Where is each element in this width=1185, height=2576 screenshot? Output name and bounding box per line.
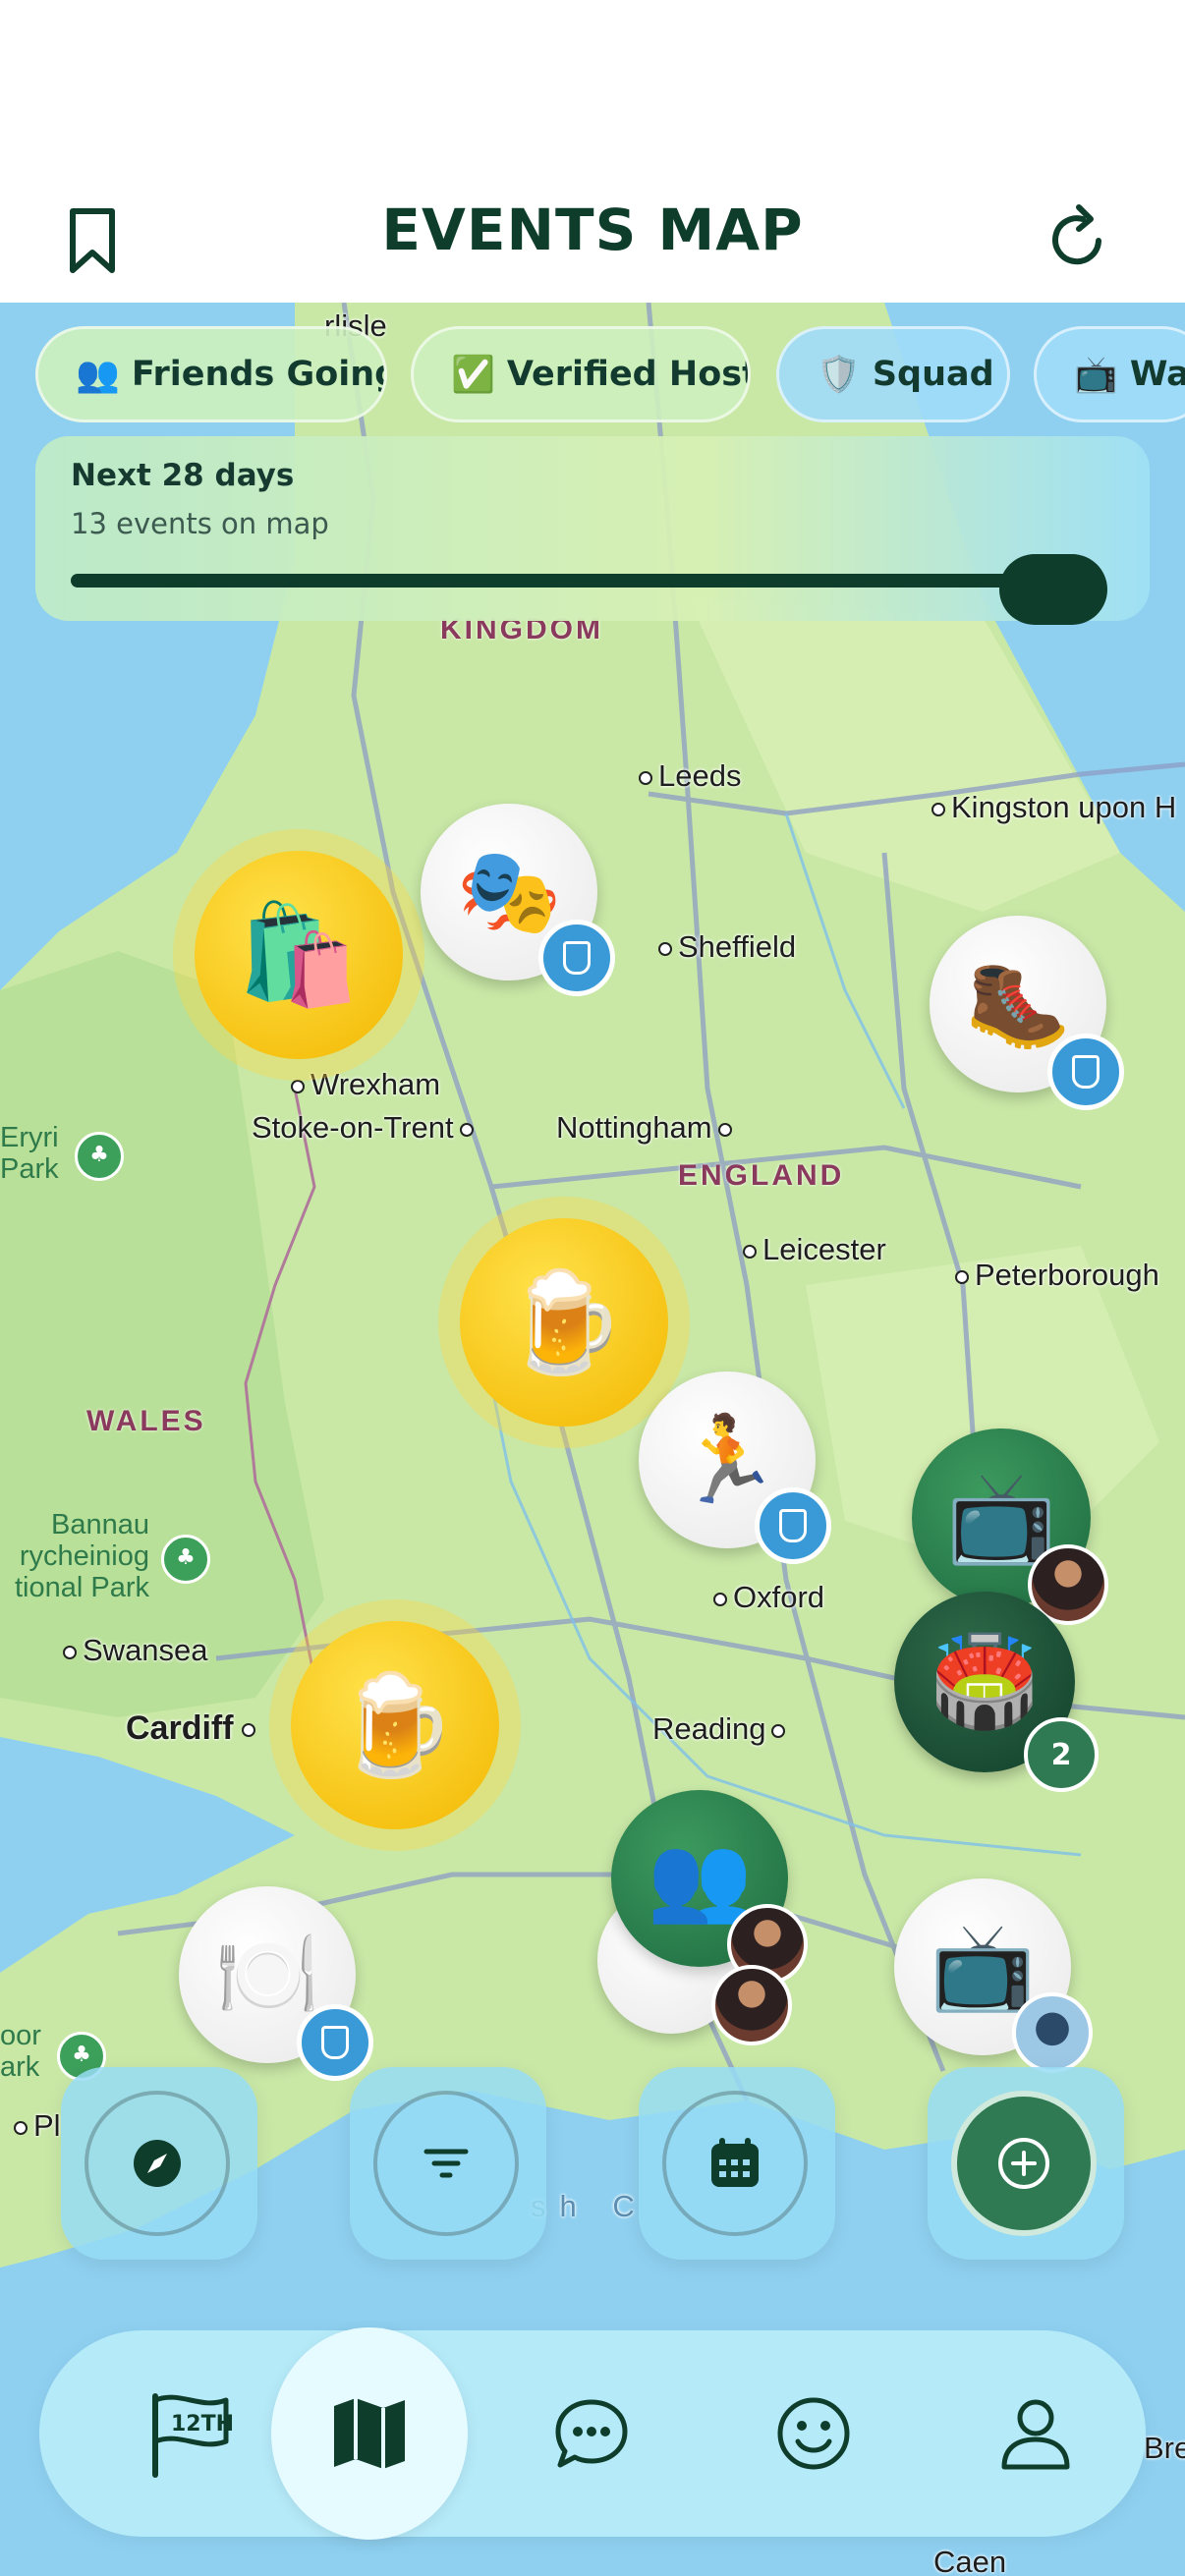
place-leeds: Leeds: [639, 758, 741, 794]
place-swansea: Swansea: [63, 1633, 208, 1668]
place-peterborough: Peterborough: [955, 1258, 1159, 1293]
event-pin-beer[interactable]: 🍺: [291, 1621, 499, 1829]
place-kingston: Kingston upon H: [931, 790, 1176, 825]
park-eryri: Eryri Park: [0, 1122, 59, 1185]
place-sheffield: Sheffield: [658, 929, 796, 965]
header: EVENTS MAP: [0, 0, 1185, 303]
place-cardiff: Cardiff: [126, 1709, 261, 1748]
sea-label: sh C: [531, 2189, 649, 2223]
add-event-button[interactable]: [928, 2067, 1124, 2260]
tree-icon: ♣: [75, 1132, 124, 1181]
filter-chips: 👥 Friends Going ✅ Verified Host 🛡️ Squad 📺 W…: [0, 318, 1185, 426]
tree-icon: ♣: [161, 1535, 210, 1584]
place-stoke: Stoke-on-Trent: [252, 1110, 480, 1146]
refresh-button[interactable]: [1040, 201, 1118, 280]
person-icon: [1001, 2399, 1070, 2470]
place-caen: Caen: [933, 2545, 1007, 2576]
verified-badge-icon: [755, 1487, 831, 1564]
date-range-slider-track[interactable]: [71, 574, 1053, 588]
compass-icon: [134, 2140, 181, 2187]
event-pin-beer[interactable]: 🍺: [460, 1218, 668, 1427]
place-wrexham: Wrexham: [291, 1067, 440, 1102]
tab-home[interactable]: 12TH: [90, 2330, 287, 2537]
tab-map[interactable]: [271, 2327, 468, 2540]
filter-icon: [423, 2149, 469, 2178]
flag-12th-icon: 12TH: [152, 2393, 234, 2478]
events-count-label: 13 events on map: [71, 507, 329, 540]
tab-social[interactable]: [715, 2330, 912, 2537]
tab-profile[interactable]: [937, 2330, 1134, 2537]
place-reading: Reading: [652, 1711, 791, 1747]
chip-verified-host[interactable]: ✅ Verified Host: [411, 326, 751, 422]
region-england: ENGLAND: [678, 1159, 845, 1192]
chip-watch[interactable]: 📺Wat: [1034, 326, 1185, 422]
calendar-button[interactable]: [639, 2067, 835, 2260]
date-range-slider-thumb[interactable]: [999, 554, 1107, 625]
place-pl: Pl: [14, 2108, 61, 2144]
park-bannau: Bannau rycheiniog tional Park: [14, 1509, 149, 1603]
place-leicester: Leicester: [743, 1232, 886, 1267]
bottom-tab-bar: 12TH: [39, 2327, 1146, 2540]
event-pin-shopping[interactable]: 🛍️: [195, 851, 403, 1059]
place-bre: Bre: [1144, 2431, 1185, 2465]
add-icon: [998, 2138, 1049, 2189]
park-moor: oor ark: [0, 2020, 41, 2083]
place-nottingham: Nottingham: [556, 1110, 738, 1146]
verified-badge-icon: [1047, 1034, 1124, 1110]
map-icon: [334, 2398, 405, 2469]
compass-button[interactable]: [61, 2067, 257, 2260]
place-oxford: Oxford: [713, 1580, 824, 1615]
region-wales: WALES: [86, 1405, 206, 1437]
svg-text:12TH: 12TH: [171, 2412, 234, 2436]
chat-icon: [555, 2399, 628, 2468]
cluster-count-badge: 2: [1024, 1717, 1099, 1792]
friend-avatar: [1012, 1992, 1093, 2073]
date-range-label: Next 28 days: [71, 458, 295, 493]
friend-avatar: [711, 1965, 792, 2045]
verified-badge-icon: [538, 920, 615, 996]
page-title: EVENTS MAP: [381, 196, 804, 263]
refresh-icon: [1052, 204, 1101, 265]
filter-button[interactable]: [350, 2067, 546, 2260]
chip-squad[interactable]: 🛡️ Squad: [776, 326, 1010, 422]
tab-chat[interactable]: [493, 2330, 690, 2537]
smiley-icon: [777, 2397, 850, 2470]
date-range-card: Next 28 days 13 events on map: [35, 436, 1150, 625]
chip-friends-going[interactable]: 👥 Friends Going: [35, 326, 387, 422]
verified-badge-icon: [297, 2004, 373, 2081]
calendar-icon: [711, 2138, 759, 2187]
